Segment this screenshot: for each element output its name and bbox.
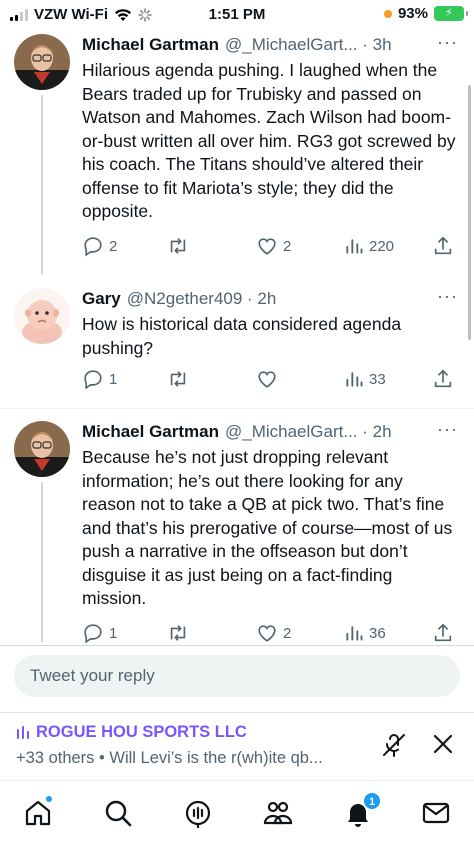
home-unread-dot bbox=[45, 795, 53, 803]
tweet-text: How is historical data considered agenda… bbox=[82, 314, 402, 358]
tweet-body: Michael Gartman @_MichaelGart... · 3h ··… bbox=[82, 33, 458, 224]
nav-notifications[interactable]: 1 bbox=[342, 792, 381, 829]
tweet[interactable]: Michael Gartman @_MichaelGart... · 3h ··… bbox=[0, 33, 474, 274]
battery-charging-icon: ⚡ bbox=[434, 6, 468, 21]
reply-button[interactable]: 1 bbox=[82, 621, 117, 645]
reply-input[interactable]: Tweet your reply bbox=[14, 655, 460, 697]
more-options-icon[interactable]: ··· bbox=[437, 33, 458, 51]
view-count: 36 bbox=[369, 624, 386, 642]
nav-communities[interactable] bbox=[262, 797, 294, 829]
views-button[interactable]: 220 bbox=[344, 234, 394, 258]
views-button[interactable]: 36 bbox=[344, 621, 386, 645]
share-icon bbox=[434, 623, 452, 642]
reply-button[interactable]: 2 bbox=[82, 234, 117, 258]
author-name[interactable]: Michael Gartman bbox=[82, 34, 219, 56]
nav-messages[interactable] bbox=[420, 797, 452, 829]
tweet-body: Gary @N2gether409 · 2h ··· How is histor… bbox=[82, 287, 458, 360]
tweet-actions: 2 2 220 bbox=[82, 234, 454, 258]
privacy-indicator-icon bbox=[383, 9, 392, 18]
audio-waveform-icon bbox=[17, 725, 29, 739]
views-chart-icon bbox=[346, 239, 363, 254]
tweet-text: Hilarious agenda pushing. I laughed when… bbox=[82, 60, 456, 221]
tweet-header: Michael Gartman @_MichaelGart... · 2h bbox=[82, 421, 458, 443]
bottom-nav: 1 bbox=[0, 780, 474, 842]
close-icon bbox=[433, 734, 453, 754]
spaces-bar[interactable]: ROGUE HOU SPORTS LLC +33 others • Will L… bbox=[0, 712, 474, 780]
views-chart-icon bbox=[346, 372, 363, 387]
messages-icon bbox=[422, 802, 450, 824]
retweet-button[interactable] bbox=[166, 234, 195, 258]
tweet-text: Because he’s not just dropping relevant … bbox=[82, 447, 453, 608]
like-count: 2 bbox=[283, 624, 292, 642]
author-handle[interactable]: @_MichaelGart... · 2h bbox=[225, 421, 392, 443]
reply-count: 2 bbox=[109, 237, 118, 255]
author-name[interactable]: Gary bbox=[82, 288, 121, 310]
tweet-body: Michael Gartman @_MichaelGart... · 2h ··… bbox=[82, 420, 458, 611]
spaces-subtitle: +33 others • Will Levi’s is the r(wh)ite… bbox=[16, 749, 323, 767]
view-count: 33 bbox=[369, 370, 386, 388]
divider bbox=[0, 645, 474, 646]
search-icon bbox=[105, 800, 132, 827]
retweet-icon bbox=[170, 371, 186, 387]
reply-count: 1 bbox=[109, 624, 118, 642]
avatar[interactable] bbox=[14, 421, 70, 477]
reply-icon bbox=[84, 624, 102, 644]
status-right: 93% ⚡ bbox=[383, 5, 468, 22]
avatar[interactable] bbox=[14, 34, 70, 90]
retweet-button[interactable] bbox=[166, 367, 195, 391]
tweet[interactable]: Michael Gartman @_MichaelGart... · 2h ··… bbox=[0, 420, 474, 645]
share-button[interactable] bbox=[432, 234, 454, 258]
heart-icon bbox=[258, 238, 276, 255]
share-button[interactable] bbox=[432, 621, 454, 645]
nav-home[interactable] bbox=[22, 795, 54, 829]
tweet[interactable]: Gary @N2gether409 · 2h ··· How is histor… bbox=[0, 287, 474, 398]
views-chart-icon bbox=[346, 626, 363, 641]
share-button[interactable] bbox=[432, 367, 454, 391]
spaces-icon bbox=[185, 800, 211, 828]
avatar[interactable] bbox=[14, 288, 70, 344]
reply-button[interactable]: 1 bbox=[82, 367, 117, 391]
notifications-badge: 1 bbox=[363, 792, 381, 810]
views-button[interactable]: 33 bbox=[344, 367, 386, 391]
heart-icon bbox=[258, 625, 276, 642]
tweet-actions: 1 2 36 bbox=[82, 621, 454, 645]
like-button[interactable]: 2 bbox=[256, 234, 291, 258]
mic-muted-icon bbox=[383, 734, 405, 757]
retweet-icon bbox=[170, 238, 186, 254]
author-handle[interactable]: @N2gether409 · 2h bbox=[127, 288, 277, 310]
battery-percent: 93% bbox=[397, 5, 428, 22]
status-bar: VZW Wi-Fi 1:51 PM 93% ⚡ bbox=[0, 0, 474, 30]
reply-icon bbox=[84, 237, 102, 257]
heart-icon bbox=[258, 371, 276, 388]
nav-spaces[interactable] bbox=[182, 797, 214, 829]
share-icon bbox=[434, 236, 452, 255]
reply-count: 1 bbox=[109, 370, 118, 388]
retweet-button[interactable] bbox=[166, 621, 195, 645]
more-options-icon[interactable]: ··· bbox=[437, 287, 458, 305]
tweet-header: Michael Gartman @_MichaelGart... · 3h bbox=[82, 34, 458, 56]
divider bbox=[0, 408, 474, 409]
like-count: 2 bbox=[283, 237, 292, 255]
retweet-icon bbox=[170, 625, 186, 641]
nav-search[interactable] bbox=[102, 797, 134, 829]
author-name[interactable]: Michael Gartman bbox=[82, 421, 219, 443]
tweet-header: Gary @N2gether409 · 2h bbox=[82, 288, 458, 310]
spaces-host: ROGUE HOU SPORTS LLC bbox=[36, 723, 247, 741]
view-count: 220 bbox=[369, 237, 395, 255]
share-icon bbox=[434, 369, 452, 388]
communities-icon bbox=[263, 801, 293, 825]
tweet-actions: 1 33 bbox=[82, 367, 454, 391]
close-spaces-button[interactable] bbox=[432, 733, 454, 760]
more-options-icon[interactable]: ··· bbox=[437, 420, 458, 438]
like-button[interactable]: 2 bbox=[256, 621, 291, 645]
spaces-title: ROGUE HOU SPORTS LLC bbox=[16, 723, 247, 742]
reply-icon bbox=[84, 370, 102, 390]
like-button[interactable] bbox=[256, 367, 283, 391]
mic-muted-button[interactable] bbox=[380, 731, 408, 764]
author-handle[interactable]: @_MichaelGart... · 3h bbox=[225, 34, 392, 56]
